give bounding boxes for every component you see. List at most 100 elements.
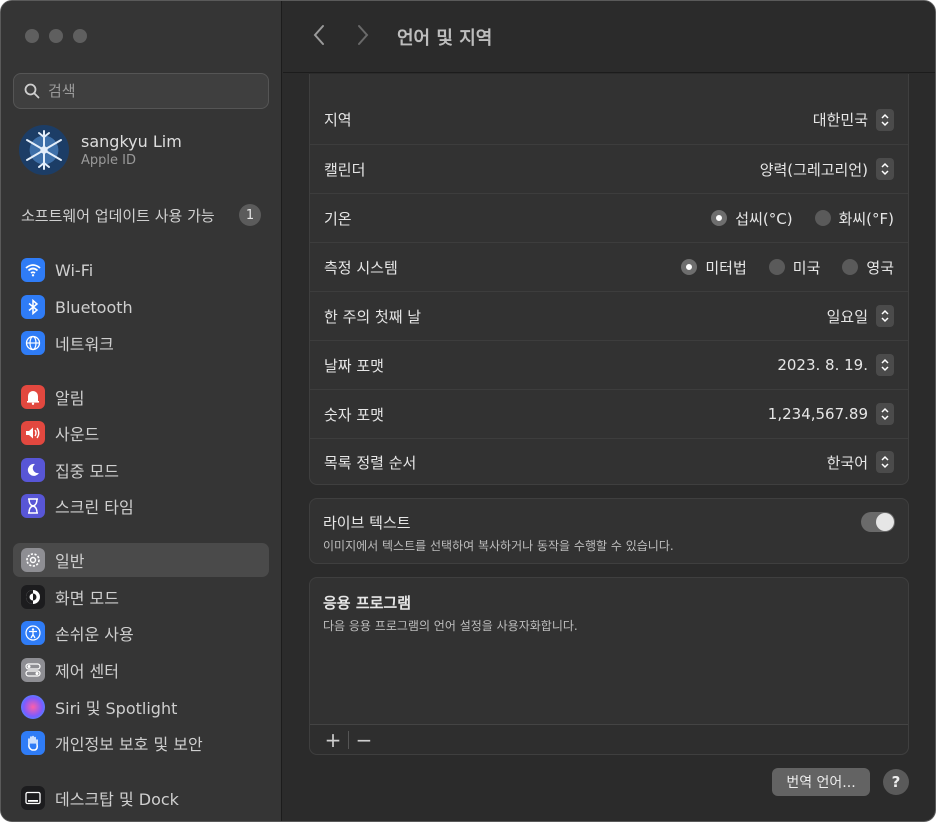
settings-window: sangkyu Lim Apple ID 소프트웨어 업데이트 사용 가능 1 …: [0, 0, 936, 822]
dock-icon: [21, 786, 45, 810]
sidebar-item-notifications[interactable]: 알림: [13, 380, 269, 414]
metric-label: 미터법: [705, 258, 747, 277]
zoom-button[interactable]: [73, 29, 87, 43]
measurement-label: 측정 시스템: [324, 258, 398, 277]
hand-icon: [21, 731, 45, 755]
apps-panel: 응용 프로그램 다음 응용 프로그램의 언어 설정을 사용자화합니다. + −: [309, 577, 909, 755]
bell-icon: [21, 385, 45, 409]
number-format-label: 숫자 포맷: [324, 405, 384, 424]
live-text-description: 이미지에서 텍스트를 선택하여 복사하거나 동작을 수행할 수 있습니다.: [323, 539, 674, 553]
snowflake-icon: [26, 130, 62, 170]
sidebar-item-wifi[interactable]: Wi-Fi: [13, 253, 269, 287]
chevron-updown-icon: [876, 305, 894, 327]
hourglass-icon: [21, 494, 45, 518]
first-day-row: 한 주의 첫째 날 일요일: [310, 291, 908, 340]
sidebar-item-sound[interactable]: 사운드: [13, 416, 269, 450]
us-label: 미국: [792, 258, 821, 277]
apple-id-profile[interactable]: sangkyu Lim Apple ID: [19, 125, 182, 175]
sidebar-item-general[interactable]: 일반: [13, 543, 269, 577]
close-button[interactable]: [25, 29, 39, 43]
first-day-value: 일요일: [826, 307, 868, 326]
sidebar-item-label: 화면 모드: [55, 589, 119, 608]
temperature-label: 기온: [324, 209, 352, 228]
radio-unselected-icon: [814, 210, 831, 226]
first-day-popup[interactable]: 일요일: [827, 305, 894, 327]
speaker-icon: [21, 421, 45, 445]
translation-languages-button[interactable]: 번역 언어...: [772, 768, 870, 796]
add-app-button[interactable]: +: [318, 730, 348, 750]
profile-subtitle: Apple ID: [81, 153, 136, 168]
uk-label: 영국: [866, 258, 894, 277]
number-format-popup[interactable]: 1,234,567.89: [768, 403, 894, 425]
measurement-row: 측정 시스템 미터법 미국 영국: [310, 242, 908, 291]
apps-list-controls: + −: [310, 724, 908, 754]
toggle-knob: [876, 513, 894, 531]
calendar-row: 캘린더 양력(그레고리언): [310, 144, 908, 193]
profile-name: sangkyu Lim: [81, 132, 182, 151]
wifi-icon: [21, 258, 45, 282]
sidebar-item-label: 스크린 타임: [55, 498, 134, 517]
sidebar-item-focus[interactable]: 집중 모드: [13, 453, 269, 487]
apps-title: 응용 프로그램: [323, 594, 412, 612]
sidebar-item-screen-time[interactable]: 스크린 타임: [13, 489, 269, 523]
page-title: 언어 및 지역: [397, 28, 493, 49]
sidebar-item-label: 사운드: [55, 425, 100, 444]
sidebar-item-appearance[interactable]: 화면 모드: [13, 580, 269, 614]
sidebar-item-privacy-security[interactable]: 개인정보 보호 및 보안: [13, 726, 269, 760]
update-count-badge: 1: [239, 204, 261, 226]
region-popup[interactable]: 대한민국: [813, 108, 894, 131]
control-center-icon: [21, 658, 45, 682]
sidebar-item-bluetooth[interactable]: Bluetooth: [13, 290, 269, 324]
minimize-button[interactable]: [49, 29, 63, 43]
gear-icon: [21, 548, 45, 572]
sidebar-item-label: 데스크탑 및 Dock: [55, 790, 179, 809]
back-arrow-icon[interactable]: [311, 23, 327, 47]
sidebar-item-label: 알림: [55, 389, 85, 408]
remove-app-button[interactable]: −: [349, 730, 379, 750]
us-radio[interactable]: 미국: [768, 257, 821, 278]
live-text-toggle[interactable]: [861, 512, 895, 532]
bluetooth-icon: [21, 295, 45, 319]
globe-icon: [21, 331, 45, 355]
search-field[interactable]: [13, 73, 269, 109]
avatar: [19, 125, 69, 175]
apps-description: 다음 응용 프로그램의 언어 설정을 사용자화합니다.: [323, 619, 578, 633]
sort-order-row: 목록 정렬 순서 한국어: [310, 438, 908, 485]
sort-order-value: 한국어: [826, 453, 868, 472]
sidebar-item-label: 개인정보 보호 및 보안: [55, 735, 203, 754]
calendar-popup[interactable]: 양력(그레고리언): [760, 158, 894, 180]
software-update-row[interactable]: 소프트웨어 업데이트 사용 가능 1: [21, 204, 261, 226]
sidebar-item-label: Wi-Fi: [55, 260, 94, 280]
sidebar-item-desktop-dock[interactable]: 데스크탑 및 Dock: [13, 781, 269, 815]
radio-selected-icon: [681, 259, 698, 275]
sidebar-item-network[interactable]: 네트워크: [13, 326, 269, 360]
live-text-panel: 라이브 텍스트 이미지에서 텍스트를 선택하여 복사하거나 동작을 수행할 수 …: [309, 498, 909, 564]
live-text-title: 라이브 텍스트: [323, 514, 411, 532]
metric-radio[interactable]: 미터법: [681, 257, 747, 278]
fahrenheit-radio[interactable]: 화씨(°F): [814, 208, 894, 229]
radio-unselected-icon: [842, 259, 859, 275]
uk-radio[interactable]: 영국: [842, 257, 894, 278]
sort-order-popup[interactable]: 한국어: [827, 451, 894, 473]
date-format-popup[interactable]: 2023. 8. 19.: [777, 354, 894, 376]
window-controls: [25, 29, 87, 43]
chevron-updown-icon: [876, 451, 894, 473]
sort-order-label: 목록 정렬 순서: [324, 453, 417, 472]
search-icon: [24, 83, 40, 99]
appearance-icon: [21, 585, 45, 609]
search-input[interactable]: [48, 82, 248, 100]
celsius-radio[interactable]: 섭씨(°C): [711, 208, 793, 229]
sidebar-item-control-center[interactable]: 제어 센터: [13, 653, 269, 687]
forward-arrow-icon[interactable]: [355, 23, 371, 47]
chevron-updown-icon: [876, 158, 894, 180]
sidebar-item-label: 네트워크: [55, 335, 114, 354]
help-button[interactable]: ?: [883, 769, 909, 795]
sidebar-item-label: 제어 센터: [55, 662, 119, 681]
sidebar-item-siri-spotlight[interactable]: Siri 및 Spotlight: [13, 690, 269, 724]
sidebar-item-accessibility[interactable]: 손쉬운 사용: [13, 616, 269, 650]
number-format-row: 숫자 포맷 1,234,567.89: [310, 389, 908, 438]
moon-icon: [21, 458, 45, 482]
date-format-label: 날짜 포맷: [324, 356, 384, 375]
toolbar: 언어 및 지역: [283, 1, 935, 73]
chevron-updown-icon: [876, 403, 894, 425]
